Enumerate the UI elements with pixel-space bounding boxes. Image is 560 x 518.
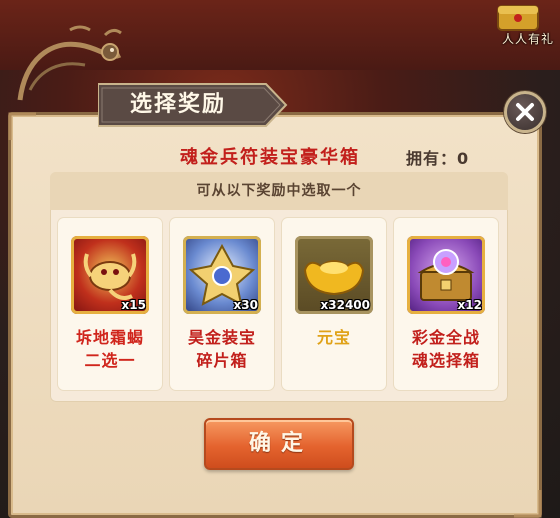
chest-name: 魂金兵符装宝豪华箱 <box>180 147 360 168</box>
reward-name-line2: 二选一 <box>84 351 136 370</box>
scorpion-shard-icon: x15 <box>71 236 149 314</box>
owned-count: 拥有：0 <box>406 145 506 169</box>
reward-card-1[interactable]: x15 坼地霜蝎 二选一 <box>58 218 162 390</box>
reward-card-3[interactable]: x32400 元宝 <box>282 218 386 390</box>
reward-name-line2: 碎片箱 <box>196 351 248 370</box>
corner-ornament-icon <box>514 490 542 518</box>
owned-value: 0 <box>457 149 469 168</box>
gold-ingot-icon: x32400 <box>295 236 373 314</box>
reward-name-line1: 元宝 <box>316 328 351 347</box>
reward-count: x30 <box>233 298 258 312</box>
reward-name: 坼地霜蝎 二选一 <box>58 326 162 372</box>
corner-ornament-icon <box>8 112 36 140</box>
reward-count: x12 <box>457 298 482 312</box>
reward-name: 昊金装宝 碎片箱 <box>170 326 274 372</box>
close-icon <box>516 103 534 121</box>
reward-count: x15 <box>121 298 146 312</box>
close-button[interactable] <box>504 91 546 133</box>
reward-name-line1: 彩金全战 <box>411 328 480 347</box>
reward-name: 元宝 <box>282 326 386 349</box>
reward-name-line1: 坼地霜蝎 <box>75 328 144 347</box>
instruction-text: 可从以下奖励中选取一个 <box>196 183 362 199</box>
reward-name-line1: 昊金装宝 <box>187 328 256 347</box>
treasure-chest-icon: x12 <box>407 236 485 314</box>
confirm-label: 确定 <box>248 431 313 456</box>
gold-equipment-fragment-icon: x30 <box>183 236 261 314</box>
reward-count: x32400 <box>320 298 371 312</box>
reward-card-4[interactable]: x12 彩金全战 魂选择箱 <box>394 218 498 390</box>
reward-name: 彩金全战 魂选择箱 <box>394 326 498 372</box>
reward-name-line2: 魂选择箱 <box>411 351 480 370</box>
dialog-title: 选择奖励 <box>129 92 226 117</box>
event-badge-label[interactable]: 人人有礼 <box>502 30 554 47</box>
owned-label: 拥有： <box>406 149 458 168</box>
confirm-button[interactable]: 确定 <box>204 418 354 470</box>
reward-card-2[interactable]: x30 昊金装宝 碎片箱 <box>170 218 274 390</box>
